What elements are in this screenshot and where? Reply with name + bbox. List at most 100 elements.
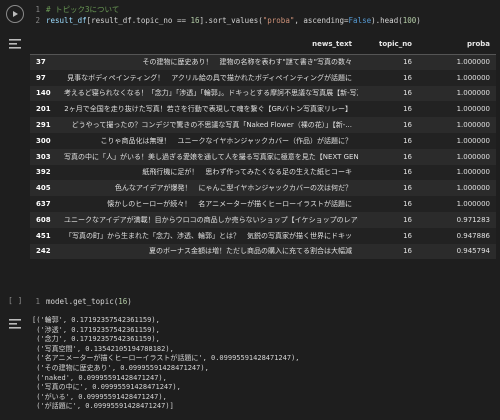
table-row: 140 考えるど寝られなくなる！「念力」「渉透」「輪郭」。ドキっとする摩訶不思議な…: [30, 85, 496, 102]
code-editor-2[interactable]: 1 model.get_topic(16): [30, 296, 494, 310]
table-row: 97 見事なボディペインティング！ アクリル絵の具で描かれたボディペインティングが…: [30, 69, 496, 86]
news-text-cell: 考えるど寝られなくなる！「念力」「渉透」「輪郭」。ドキっとする摩訶不思議な写真展…: [64, 89, 358, 98]
column-header-topic-no: topic_no: [358, 34, 418, 55]
output-line: ('がいる', 0.09995591428471247),: [32, 392, 167, 401]
topic-no-cell: 16: [403, 58, 412, 67]
code-token: , ascending=: [294, 16, 349, 25]
proba-cell: 1.000000: [456, 200, 490, 209]
proba-cell: 1.000000: [456, 121, 490, 130]
output-menu-icon[interactable]: [8, 318, 22, 330]
line-number: 1: [35, 5, 40, 14]
column-header-news-text: news_text: [58, 34, 358, 55]
row-index: 37: [36, 58, 46, 67]
table-header-row: news_text topic_no proba: [30, 34, 496, 55]
row-index: 303: [36, 152, 51, 161]
row-index: 637: [36, 200, 51, 209]
code-editor-1[interactable]: 1 # トピック3について 2 result_df [result_df.topi…: [30, 4, 494, 30]
news-text-cell: こりゃ商品化は無理！ ユニークなイヤホンジャックカバー（作品）が話題に？: [100, 136, 352, 145]
table-row: 291 どうやって撮ったの？コンデジで驚きの不思議な写真「Naked Flower…: [30, 117, 496, 133]
row-index: 97: [36, 73, 46, 82]
table-row: 303 写真の中に「人」がいる！美し過ぎる愛娘を通して人を撮る写真家に極意を見た【…: [30, 148, 496, 165]
topic-no-cell: 16: [403, 152, 412, 161]
news-text-cell: 2ヶ月で全国を走り抜けた写真！若さを行動で表現して魂を繋ぐ【GRバトン写真家リレ…: [64, 105, 352, 114]
code-token: ).head(: [371, 16, 403, 25]
row-index: 608: [36, 215, 51, 224]
output-menu-icon[interactable]: [8, 38, 22, 50]
code-token: [result_df.topic_no ==: [86, 16, 191, 25]
table-row: 242 夏のボーナス金額は増！ただし商品の購入に充てる割合は大幅減 16 0.9457…: [30, 243, 496, 260]
code-comment: # トピック3について: [46, 5, 120, 14]
news-text-cell: どうやって撮ったの？コンデジで驚きの不思議な写真「Naked Flower（裸の…: [71, 121, 352, 130]
code-cell-2[interactable]: [ ] 1 model.get_topic(16): [0, 292, 500, 314]
row-index: 451: [36, 231, 51, 240]
table-row: 608 ユニークなアイデアが満載！目からウロコの商品しか売らないショップ【イケショ…: [30, 211, 496, 228]
row-index: 300: [36, 136, 51, 145]
news-text-cell: 夏のボーナス金額は増！ただし商品の購入に充てる割合は大幅減: [149, 247, 352, 256]
output-line: [('輪郭', 0.17192357542361159),: [32, 316, 160, 324]
code-token: ): [127, 297, 132, 306]
news-text-cell: 紙飛行機に足が！ 思わず作ってみたくなる足の生えた紙ヒコーキ: [142, 168, 352, 177]
news-text-cell: 「写真の町」から生まれた「念力、渉透、輪郭」とは？ 気鋭の写真家が描く世界にドキ…: [65, 231, 352, 240]
line-number: 1: [35, 297, 40, 306]
proba-cell: 1.000000: [456, 152, 490, 161]
output-line: ('その建物に歴史あり', 0.09995591428471247),: [32, 363, 209, 372]
output-line: ('写真の中に', 0.09995591428471247),: [32, 383, 181, 392]
news-text-cell: 懐かしのヒーローが続々！ 名アニメーターが描くヒーローイラストが話題に: [107, 200, 352, 209]
output-line: ('naked', 0.09995591428471247),: [32, 373, 167, 382]
row-index: 291: [36, 121, 51, 130]
table-row: 300 こりゃ商品化は無理！ ユニークなイヤホンジャックカバー（作品）が話題に？ 1…: [30, 132, 496, 149]
table-row: 201 2ヶ月で全国を走り抜けた写真！若さを行動で表現して魂を繋ぐ【GRバトン写真…: [30, 101, 496, 118]
news-text-cell: その建物に歴史あり！ 建物の名称を表わす"謎て書き"写真の数々: [142, 58, 352, 67]
row-index: 392: [36, 168, 51, 177]
table-row: 451 「写真の町」から生まれた「念力、渉透、輪郭」とは？ 気鋭の写真家が描く世界…: [30, 227, 496, 244]
code-token: 16: [190, 16, 200, 25]
run-cell-button[interactable]: [6, 5, 24, 23]
topic-no-cell: 16: [403, 121, 412, 130]
line-number: 2: [35, 16, 40, 25]
proba-cell: 1.000000: [456, 89, 490, 98]
row-index: 140: [36, 89, 51, 98]
column-header-index: [30, 34, 58, 55]
proba-cell: 1.000000: [456, 73, 490, 82]
table-row: 637 懐かしのヒーローが続々！ 名アニメーターが描くヒーローイラストが話題に 16…: [30, 196, 496, 212]
execution-count[interactable]: [ ]: [8, 296, 22, 305]
code-token: False: [348, 16, 372, 25]
topic-no-cell: 16: [403, 73, 412, 82]
code-token: ].sort_values(: [199, 16, 263, 25]
proba-cell: 0.947886: [456, 231, 490, 240]
dataframe-table: news_text topic_no proba 37 その建物に歴史あり！ 建物…: [30, 34, 496, 260]
topic-no-cell: 16: [403, 200, 412, 209]
code-token: model.get_topic(: [46, 297, 119, 306]
code-token: 16: [118, 297, 128, 306]
proba-cell: 0.971283: [456, 215, 490, 224]
news-text-cell: 色んなアイデアが爆発！ にゃんこ型イヤホンジャックカバーの次は何だ？: [114, 184, 352, 193]
proba-cell: 1.000000: [456, 105, 490, 114]
output-line: ('渉透', 0.17192357542361159),: [32, 325, 160, 334]
news-text-cell: 見事なボディペインティング！ アクリル絵の具で描かれたボディペインティングが話題…: [67, 73, 352, 82]
topic-no-cell: 16: [403, 247, 412, 256]
code-token: 100: [402, 16, 417, 25]
table-row: 405 色んなアイデアが爆発！ にゃんこ型イヤホンジャックカバーの次は何だ？ 16 1…: [30, 180, 496, 197]
code-cell-1[interactable]: 1 # トピック3について 2 result_df [result_df.topi…: [0, 0, 500, 32]
row-index: 405: [36, 184, 51, 193]
proba-cell: 1.000000: [456, 168, 490, 177]
news-text-cell: ユニークなアイデアが満載！目からウロコの商品しか売らないショップ【イケショップの…: [64, 215, 358, 224]
topic-no-cell: 16: [403, 168, 412, 177]
table-row: 392 紙飛行機に足が！ 思わず作ってみたくなる足の生えた紙ヒコーキ 16 1.000…: [30, 164, 496, 181]
news-text-cell: 写真の中に「人」がいる！美し過ぎる愛娘を通して人を撮る写真家に極意を見た【NEX…: [64, 152, 358, 161]
topic-no-cell: 16: [403, 105, 412, 114]
proba-cell: 1.000000: [456, 58, 490, 67]
code-token: "proba": [262, 16, 295, 25]
output-line: ('写真空間', 0.13542105194788182),: [32, 344, 174, 353]
output-line: ('名アニメーターが描くヒーローイラストが話題に', 0.09995591428…: [32, 354, 300, 363]
code-token: ): [416, 16, 421, 25]
output-area-1: news_text topic_no proba 37 その建物に歴史あり！ 建物…: [0, 34, 500, 286]
text-output: [('輪郭', 0.17192357542361159), ('渉透', 0.1…: [32, 316, 300, 412]
row-index: 242: [36, 247, 51, 256]
output-line: ('が話題に', 0.09995591428471247)]: [32, 402, 174, 411]
proba-cell: 1.000000: [456, 184, 490, 193]
topic-no-cell: 16: [403, 89, 412, 98]
topic-no-cell: 16: [403, 184, 412, 193]
row-index: 201: [36, 105, 51, 114]
topic-no-cell: 16: [403, 231, 412, 240]
